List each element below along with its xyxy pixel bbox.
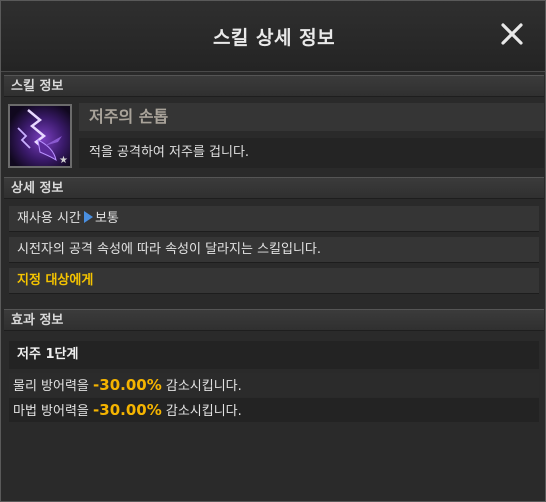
section-header-skill-info: 스킬 정보 (4, 75, 544, 97)
star-badge-icon: ★ (59, 155, 68, 166)
close-icon (501, 23, 523, 45)
close-button[interactable] (497, 19, 527, 49)
effect-prefix: 물리 방어력을 (13, 379, 94, 394)
arrow-right-icon (83, 211, 93, 223)
section-header-effect-info: 효과 정보 (4, 309, 544, 331)
attribute-row: 시전자의 공격 속성에 따라 속성이 달라지는 스킬입니다. (9, 237, 539, 263)
skill-detail-window: 스킬 상세 정보 스킬 정보 ★ 저주의 손톱 적을 공격하여 저주를 겁니다.… (0, 0, 546, 502)
attribute-text: 시전자의 공격 속성에 따라 속성이 달라지는 스킬입니다. (17, 242, 322, 257)
cooldown-row: 재사용 시간 보통 (9, 206, 539, 232)
effect-value: -30.00% (93, 376, 162, 394)
target-row: 지정 대상에게 (9, 268, 539, 294)
purple-lightning-claw-icon[interactable]: ★ (8, 104, 72, 168)
cooldown-label: 재사용 시간 (17, 211, 81, 226)
window-title: 스킬 상세 정보 (212, 27, 336, 49)
effect-row: 물리 방어력을 -30.00% 감소시킵니다. (9, 373, 539, 397)
skill-summary: ★ 저주의 손톱 적을 공격하여 저주를 겁니다. (4, 101, 544, 173)
effect-suffix: 감소시킵니다. (161, 404, 242, 419)
skill-description: 적을 공격하여 저주를 겁니다. (79, 138, 544, 168)
effect-prefix: 마법 방어력을 (13, 404, 94, 419)
title-bar: 스킬 상세 정보 (1, 1, 545, 72)
effect-value: -30.00% (93, 401, 162, 419)
effect-title: 저주 1단계 (9, 341, 539, 369)
skill-name: 저주의 손톱 (79, 103, 544, 131)
effect-suffix: 감소시킵니다. (161, 379, 242, 394)
target-text: 지정 대상에게 (17, 273, 94, 288)
effect-row: 마법 방어력을 -30.00% 감소시킵니다. (9, 398, 539, 422)
cooldown-value: 보통 (94, 211, 119, 226)
section-header-detail-info: 상세 정보 (4, 177, 544, 199)
